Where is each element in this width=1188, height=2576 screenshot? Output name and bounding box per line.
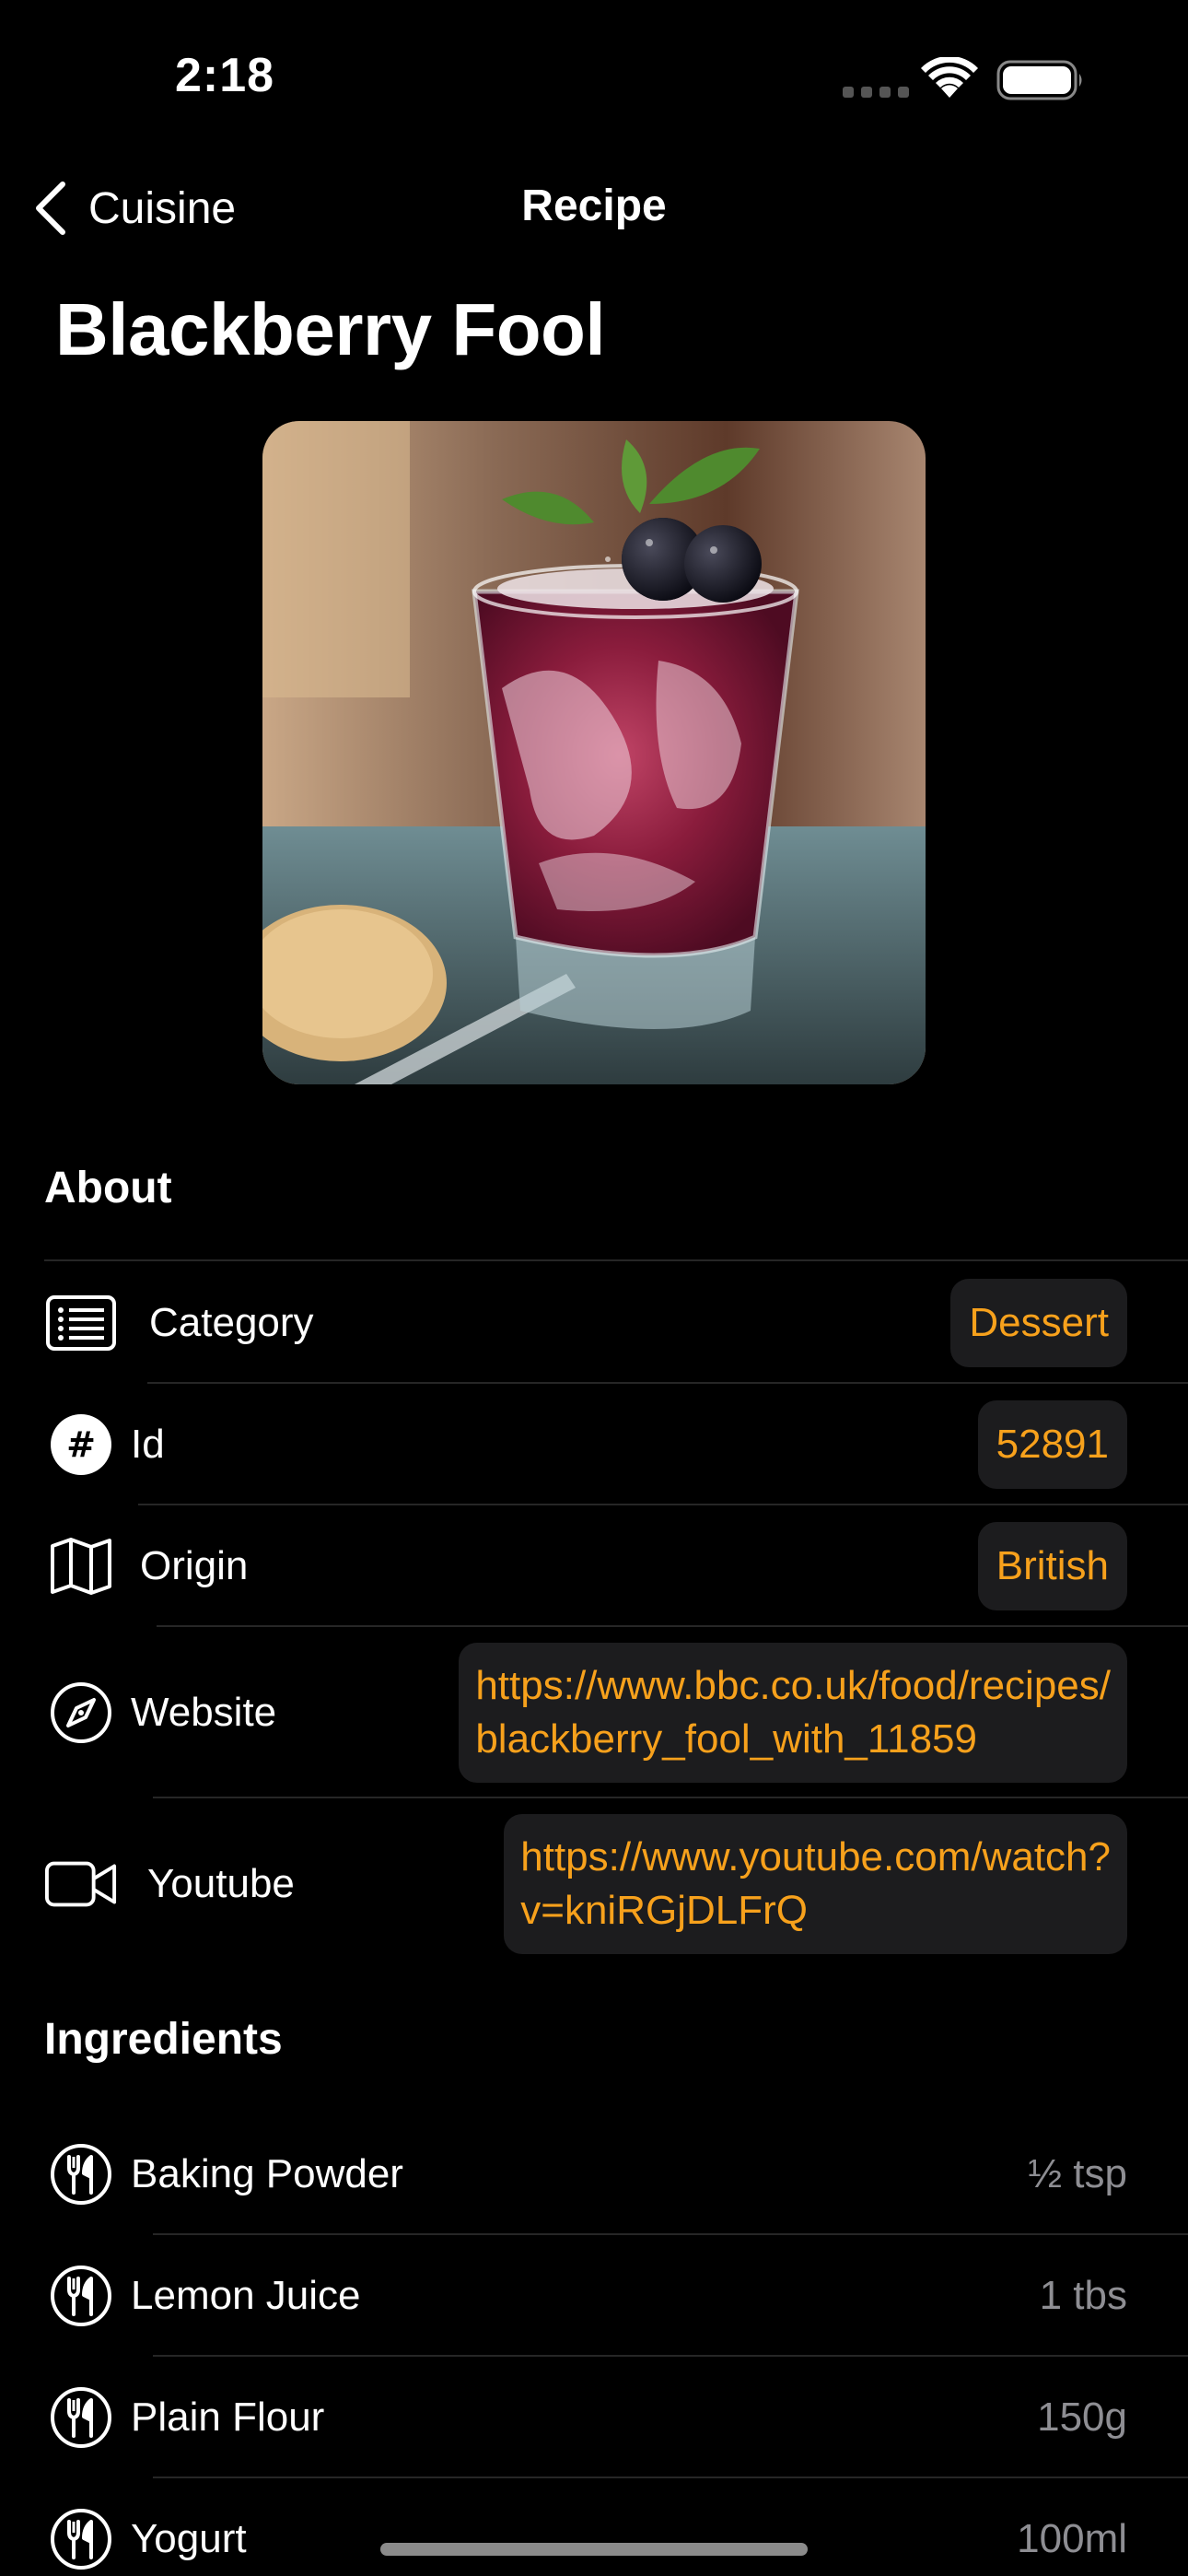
category-value-pill[interactable]: Dessert: [950, 1279, 1127, 1367]
ingredient-row: Plain Flour 150g: [44, 2375, 1127, 2460]
id-value-pill[interactable]: 52891: [977, 1400, 1127, 1489]
youtube-link-line2: v=kniRGjDLFrQ: [520, 1888, 808, 1933]
website-link[interactable]: https://www.bbc.co.uk/food/recipes/ blac…: [459, 1643, 1127, 1783]
website-link-line2: blackberry_fool_with_11859: [475, 1716, 977, 1762]
number-icon: #: [44, 1408, 118, 1481]
divider: [147, 1382, 1188, 1384]
ingredient-name: Baking Powder: [131, 2151, 403, 2196]
about-row-category: Category Dessert: [44, 1279, 1127, 1367]
video-icon: [44, 1847, 118, 1921]
about-label-id: Id: [131, 1422, 165, 1467]
ingredient-measure: 150g: [1037, 2395, 1127, 2440]
about-label-website: Website: [131, 1690, 277, 1735]
battery-icon: [996, 60, 1082, 100]
section-header-ingredients: Ingredients: [44, 2015, 283, 2064]
about-label-youtube: Youtube: [147, 1861, 295, 1906]
divider: [138, 1504, 1188, 1505]
ingredient-measure: 100ml: [1017, 2516, 1127, 2561]
divider: [153, 2355, 1188, 2357]
recipe-photo: [262, 421, 926, 1084]
about-row-youtube: Youtube https://www.youtube.com/watch? v…: [44, 1814, 1127, 1954]
youtube-link-line1: https://www.youtube.com/watch?: [520, 1834, 1111, 1879]
ingredient-name: Lemon Juice: [131, 2273, 361, 2318]
fork-knife-icon: [44, 2502, 118, 2576]
divider: [153, 2233, 1188, 2235]
nav-title: Recipe: [521, 181, 667, 230]
about-row-website: Website https://www.bbc.co.uk/food/recip…: [44, 1643, 1127, 1783]
divider: [153, 1797, 1188, 1798]
ingredient-measure: ½ tsp: [1028, 2151, 1127, 2196]
fork-knife-icon: [44, 2137, 118, 2211]
map-icon: [44, 1529, 118, 1603]
compass-icon: [44, 1676, 118, 1750]
ingredient-name: Plain Flour: [131, 2395, 325, 2440]
ingredient-row: Baking Powder ½ tsp: [44, 2132, 1127, 2217]
page-title: Blackberry Fool: [55, 288, 606, 370]
about-label-origin: Origin: [140, 1543, 249, 1588]
list-icon: [44, 1286, 118, 1360]
about-label-category: Category: [149, 1300, 314, 1345]
origin-value-pill[interactable]: British: [977, 1522, 1127, 1610]
wifi-icon: [921, 57, 978, 98]
ingredient-measure: 1 tbs: [1039, 2273, 1127, 2318]
divider: [44, 1259, 1188, 1261]
youtube-link[interactable]: https://www.youtube.com/watch? v=kniRGjD…: [504, 1814, 1127, 1954]
ingredient-row: Yogurt 100ml: [44, 2497, 1127, 2576]
fork-knife-icon: [44, 2259, 118, 2333]
section-header-about: About: [44, 1164, 172, 1212]
website-link-line1: https://www.bbc.co.uk/food/recipes/: [475, 1663, 1111, 1708]
fork-knife-icon: [44, 2381, 118, 2454]
status-time: 2:18: [175, 49, 275, 102]
divider: [157, 1625, 1188, 1627]
about-row-id: # Id 52891: [44, 1400, 1127, 1489]
home-indicator[interactable]: [380, 2543, 808, 2556]
cellular-signal-icon: [843, 87, 909, 98]
divider: [153, 2476, 1188, 2478]
svg-text:#: #: [66, 1424, 96, 1465]
about-row-origin: Origin British: [44, 1522, 1127, 1610]
ingredient-row: Lemon Juice 1 tbs: [44, 2254, 1127, 2338]
